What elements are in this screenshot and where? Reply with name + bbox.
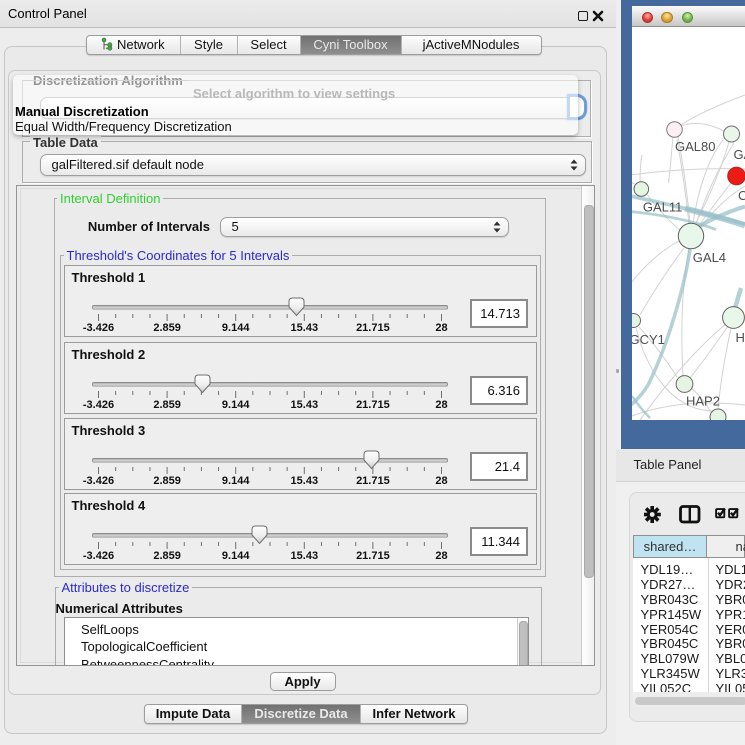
svg-text:9.144: 9.144: [221, 475, 249, 487]
svg-text:GAL11: GAL11: [643, 200, 683, 215]
svg-text:9.144: 9.144: [221, 322, 249, 334]
svg-text:2.859: 2.859: [153, 399, 181, 411]
svg-text:28: 28: [435, 399, 447, 411]
svg-text:9.144: 9.144: [221, 399, 249, 411]
svg-text:GA: GA: [734, 147, 745, 162]
svg-text:21.715: 21.715: [356, 550, 390, 562]
svg-text:2.859: 2.859: [153, 475, 181, 487]
svg-text:28: 28: [435, 322, 447, 334]
svg-text:2.859: 2.859: [153, 550, 181, 562]
svg-text:21.715: 21.715: [356, 322, 390, 334]
svg-text:28: 28: [435, 550, 447, 562]
svg-text:-3.426: -3.426: [82, 550, 113, 562]
svg-text:H: H: [736, 330, 745, 345]
svg-text:-3.426: -3.426: [82, 399, 113, 411]
svg-text:9.144: 9.144: [221, 550, 249, 562]
svg-text:GCY1: GCY1: [632, 332, 665, 347]
svg-text:15.43: 15.43: [290, 399, 318, 411]
svg-text:15.43: 15.43: [290, 475, 318, 487]
svg-text:CD: CD: [738, 188, 745, 203]
svg-text:21.715: 21.715: [356, 475, 390, 487]
svg-text:-3.426: -3.426: [82, 475, 113, 487]
svg-text:15.43: 15.43: [290, 322, 318, 334]
svg-text:21.715: 21.715: [356, 399, 390, 411]
svg-text:2.859: 2.859: [153, 322, 181, 334]
svg-text:GAL4: GAL4: [693, 250, 726, 265]
svg-text:HAP2: HAP2: [686, 394, 720, 409]
svg-text:15.43: 15.43: [290, 550, 318, 562]
svg-text:28: 28: [435, 475, 447, 487]
svg-text:GAL80: GAL80: [675, 139, 715, 154]
svg-text:-3.426: -3.426: [82, 322, 113, 334]
